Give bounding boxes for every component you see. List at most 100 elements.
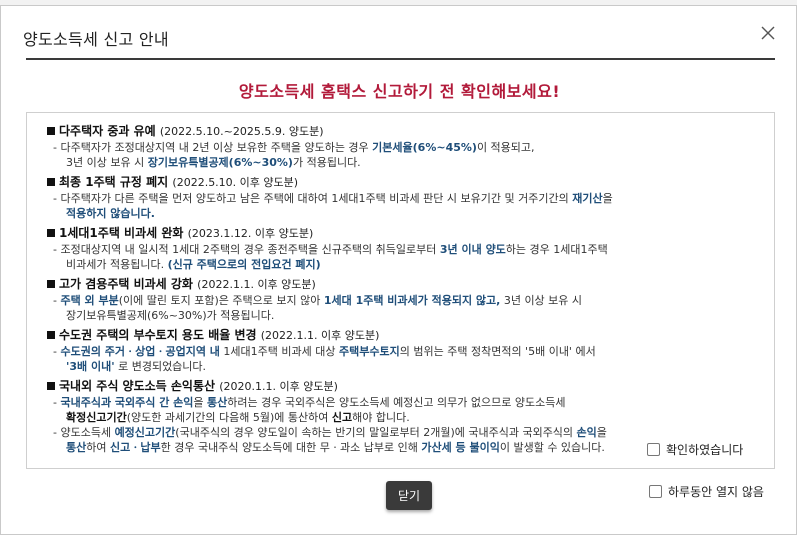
- confirm-label: 확인하였습니다: [666, 443, 744, 457]
- body-text: 하여: [86, 441, 110, 454]
- dialog-title: 양도소득세 신고 안내: [23, 30, 169, 49]
- body-text: - 다주택자가 조정대상지역 내 2년 이상 보유한 주택을 양도하는 경우: [53, 141, 373, 154]
- highlight-text: 신고: [331, 411, 353, 424]
- highlight-text: 신고ㆍ납부: [110, 441, 161, 454]
- square-bullet-icon: [47, 331, 55, 339]
- body-text: 1세대1주택 비과세 대상: [219, 345, 340, 358]
- no-more-today-label: 하루동안 열지 않음: [668, 485, 764, 499]
- notice-section: 수도권 주택의 부수토지 용도 배율 변경 (2022.1.1. 이후 양도분)…: [47, 327, 759, 374]
- highlight-text: (신규 주택으로의 전입요건 폐지): [167, 258, 321, 271]
- body-text: 하는 경우 1세대1주택: [505, 243, 608, 256]
- section-date: (2022.1.1. 이후 양도분): [197, 278, 316, 291]
- section-text-line: '3배 이내' 로 변경되었습니다.: [47, 359, 759, 374]
- body-text: 이 적용되고,: [476, 141, 535, 154]
- section-text-line: - 양도소득세 예정신고기간(국내주식의 경우 양도일이 속하는 반기의 말일로…: [47, 425, 759, 440]
- section-text-line: - 주택 외 부분(이에 딸린 토지 포함)은 주택으로 보지 않아 1세대 1…: [47, 293, 759, 308]
- highlight-text: 3년 이내 양도: [439, 243, 506, 256]
- section-title: 1세대1주택 비과세 완화: [59, 226, 184, 240]
- no-more-today-checkbox[interactable]: [649, 485, 662, 498]
- section-title-row: 다주택자 중과 유예 (2022.5.10.~2025.5.9. 양도분): [47, 123, 759, 140]
- highlight-text: 예정신고기간: [114, 426, 176, 439]
- section-text-line: 비과세가 적용됩니다. (신규 주택으로의 전입요건 폐지): [47, 257, 759, 272]
- notice-sections: 다주택자 중과 유예 (2022.5.10.~2025.5.9. 양도분) - 다…: [47, 123, 759, 459]
- dialog-header: 양도소득세 신고 안내: [1, 6, 796, 60]
- dialog-subtitle: 양도소득세 홈택스 신고하기 전 확인해보세요!: [238, 82, 561, 101]
- body-text: (국내주식의 경우 양도일이 속하는 반기의 말일로부터 2개월)에 국내주식과…: [175, 426, 577, 439]
- notice-content-box: 다주택자 중과 유예 (2022.5.10.~2025.5.9. 양도분) - 다…: [26, 112, 775, 469]
- close-button[interactable]: 닫기: [386, 481, 432, 510]
- section-text-line: 3년 이상 보유 시 장기보유특별공제(6%~30%)가 적용됩니다.: [47, 155, 759, 170]
- square-bullet-icon: [47, 382, 55, 390]
- section-title: 최종 1주택 규정 폐지: [59, 175, 169, 189]
- highlight-text: 적용하지 않습니다.: [66, 207, 155, 220]
- notice-section: 최종 1주택 규정 폐지 (2022.5.10. 이후 양도분) - 다주택자가 …: [47, 174, 759, 221]
- body-text: 3년 이상 보유 시: [66, 156, 148, 169]
- section-title-row: 1세대1주택 비과세 완화 (2023.1.12. 이후 양도분): [47, 225, 759, 242]
- no-more-today-row[interactable]: 하루동안 열지 않음: [649, 483, 764, 500]
- section-title-row: 수도권 주택의 부수토지 용도 배율 변경 (2022.1.1. 이후 양도분): [47, 327, 759, 344]
- close-icon[interactable]: [759, 24, 777, 42]
- highlight-text: 재기산: [572, 192, 603, 205]
- body-text: (이에 딸린 토지 포함)은 주택으로 보지 않아: [118, 294, 324, 307]
- body-text: - 조정대상지역 내 일시적 1세대 2주택의 경우 종전주택을 신규주택의 취…: [53, 243, 440, 256]
- highlight-text: 통산: [66, 441, 87, 454]
- body-text: 비과세가 적용됩니다.: [66, 258, 168, 271]
- section-title: 다주택자 중과 유예: [59, 124, 156, 138]
- body-text: - 양도소득세: [53, 426, 115, 439]
- section-date: (2022.1.1. 이후 양도분): [260, 329, 380, 342]
- section-text-line: 적용하지 않습니다.: [47, 206, 759, 221]
- section-text-line: 장기보유특별공제(6%~30%)가 적용됩니다.: [47, 308, 759, 323]
- highlight-text: 수도권의 주거ㆍ상업ㆍ공업지역 내: [60, 345, 220, 358]
- section-date: (2020.1.1. 이후 양도분): [219, 380, 338, 393]
- body-text: 해야 합니다.: [352, 411, 410, 424]
- highlight-text: 기본세율(6%~45%): [372, 141, 477, 154]
- body-text: 가 적용됩니다.: [292, 156, 361, 169]
- notice-section: 고가 겸용주택 비과세 강화 (2022.1.1. 이후 양도분) - 주택 외 …: [47, 276, 759, 323]
- highlight-text: 주택 외 부분: [60, 294, 119, 307]
- body-text: 을: [193, 396, 208, 409]
- body-text: 한 경우 국내주식 양도소득에 대한 무ㆍ과소 납부로 인해: [160, 441, 422, 454]
- square-bullet-icon: [47, 178, 55, 186]
- body-text: - 다주택자가 다른 주택을 먼저 양도하고 남은 주택에 대하여 1세대1주택…: [53, 192, 573, 205]
- section-text-line: - 국내주식과 국외주식 간 손익을 통산하려는 경우 국외주식은 양도소득세 …: [47, 395, 759, 410]
- notice-section: 1세대1주택 비과세 완화 (2023.1.12. 이후 양도분) - 조정대상지…: [47, 225, 759, 272]
- confirm-checkbox[interactable]: [647, 443, 660, 456]
- square-bullet-icon: [47, 229, 55, 237]
- highlight-text: 장기보유특별공제(6%~30%): [147, 156, 293, 169]
- section-date: (2022.5.10.~2025.5.9. 양도분): [159, 125, 324, 138]
- body-text: 이 발생할 수 있습니다.: [499, 441, 605, 454]
- body-text: 로 변경되었습니다.: [114, 360, 207, 373]
- highlight-text: 통산: [207, 396, 228, 409]
- section-title: 고가 겸용주택 비과세 강화: [59, 277, 193, 291]
- body-text: 하려는 경우 국외주식은 양도소득세 예정신고 의무가 없으므로 양도소득세: [227, 396, 566, 409]
- section-title: 수도권 주택의 부수토지 용도 배율 변경: [59, 328, 257, 342]
- section-title-row: 국내외 주식 양도소득 손익통산 (2020.1.1. 이후 양도분): [47, 378, 759, 395]
- section-text-line: - 수도권의 주거ㆍ상업ㆍ공업지역 내 1세대1주택 비과세 대상 주택부수토지…: [47, 344, 759, 359]
- body-text: 의 범위는 주택 정착면적의 '5배 이내' 에서: [399, 345, 596, 358]
- body-text: 장기보유특별공제(6%~30%)가 적용됩니다.: [66, 309, 275, 322]
- square-bullet-icon: [47, 280, 55, 288]
- highlight-text: 확정신고기간: [66, 411, 127, 424]
- section-date: (2023.1.12. 이후 양도분): [187, 227, 314, 240]
- body-text: 을: [596, 426, 607, 439]
- square-bullet-icon: [47, 127, 55, 135]
- header-divider: [26, 58, 775, 60]
- confirm-checkbox-row[interactable]: 확인하였습니다: [647, 441, 743, 458]
- section-date: (2022.5.10. 이후 양도분): [172, 176, 299, 189]
- section-title-row: 고가 겸용주택 비과세 강화 (2022.1.1. 이후 양도분): [47, 276, 759, 293]
- section-title: 국내외 주식 양도소득 손익통산: [59, 379, 216, 393]
- highlight-text: '3배 이내': [66, 360, 115, 373]
- highlight-text: 가산세 등 불이익: [421, 441, 500, 454]
- highlight-text: 주택부수토지: [339, 345, 400, 358]
- highlight-text: 국내주식과 국외주식 간 손익: [60, 396, 194, 409]
- section-text-line: 확정신고기간(양도한 과세기간의 다음해 5월)에 통산하여 신고해야 합니다.: [47, 410, 759, 425]
- highlight-text: 1세대 1주택 비과세가 적용되지 않고,: [323, 294, 501, 307]
- notice-section: 다주택자 중과 유예 (2022.5.10.~2025.5.9. 양도분) - 다…: [47, 123, 759, 170]
- section-title-row: 최종 1주택 규정 폐지 (2022.5.10. 이후 양도분): [47, 174, 759, 191]
- body-text: (양도한 과세기간의 다음해 5월)에 통산하여: [126, 411, 332, 424]
- body-text: 3년 이상 보유 시: [500, 294, 583, 307]
- section-text-line: - 조정대상지역 내 일시적 1세대 2주택의 경우 종전주택을 신규주택의 취…: [47, 242, 759, 257]
- highlight-text: 손익: [576, 426, 597, 439]
- notice-dialog: 양도소득세 신고 안내 양도소득세 홈택스 신고하기 전 확인해보세요! 다주택…: [0, 5, 797, 535]
- section-text-line: - 다주택자가 조정대상지역 내 2년 이상 보유한 주택을 양도하는 경우 기…: [47, 140, 759, 155]
